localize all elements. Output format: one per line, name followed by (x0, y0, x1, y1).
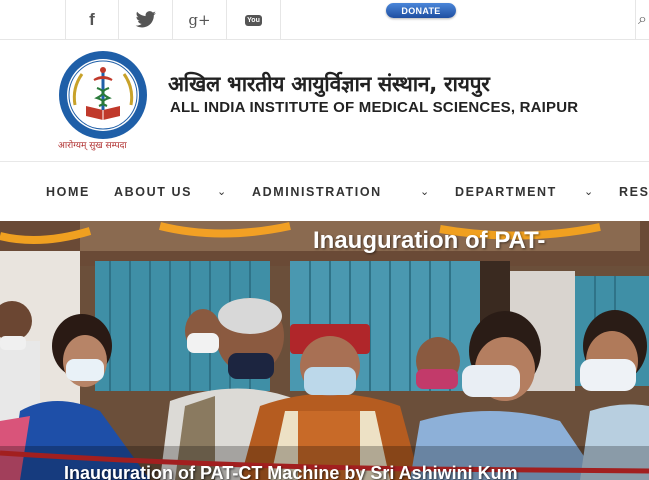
nav-item-research[interactable]: RES (619, 185, 649, 199)
google-plus-link[interactable]: g+ (173, 0, 227, 40)
hero-caption: Inauguration of PAT-CT Machine by Sri As… (64, 463, 518, 480)
facebook-icon: f (89, 10, 95, 29)
institute-name-hindi: अखिल भारतीय आयुर्विज्ञान संस्थान, रायपुर (168, 72, 490, 96)
main-navigation: HOME ABOUT US ⌄ ADMINISTRATION ⌄ DEPARTM… (0, 163, 649, 221)
youtube-icon: You (245, 14, 262, 26)
top-social-bar: f g+ You DONATE ⌕ (0, 0, 649, 40)
youtube-link[interactable]: You (227, 0, 281, 40)
chevron-down-icon[interactable]: ⌄ (217, 185, 226, 198)
donate-button[interactable]: DONATE (386, 3, 456, 18)
facebook-link[interactable]: f (65, 0, 119, 40)
chevron-down-icon[interactable]: ⌄ (420, 185, 429, 198)
site-header: आरोग्यम् सुख सम्पदा अखिल भारतीय आयुर्विज… (0, 40, 649, 162)
search-button[interactable]: ⌕ (635, 0, 649, 40)
twitter-icon (135, 11, 156, 28)
institute-name-english: ALL INDIA INSTITUTE OF MEDICAL SCIENCES,… (170, 99, 579, 116)
hero-title: Inauguration of PAT- (313, 227, 546, 254)
search-icon: ⌕ (638, 11, 647, 28)
institute-motto: आरोग्यम् सुख सम्पदा (58, 141, 127, 151)
twitter-link[interactable] (119, 0, 173, 40)
chevron-down-icon[interactable]: ⌄ (584, 185, 593, 198)
hero-photo (0, 221, 649, 480)
nav-item-administration[interactable]: ADMINISTRATION (252, 185, 382, 199)
nav-item-department[interactable]: DEPARTMENT (455, 185, 557, 199)
google-plus-icon: g+ (188, 11, 211, 29)
nav-item-home[interactable]: HOME (46, 185, 90, 199)
hero-slider[interactable]: Inauguration of PAT- Inauguration of PAT… (0, 221, 649, 480)
nav-item-about-us[interactable]: ABOUT US (114, 185, 192, 199)
